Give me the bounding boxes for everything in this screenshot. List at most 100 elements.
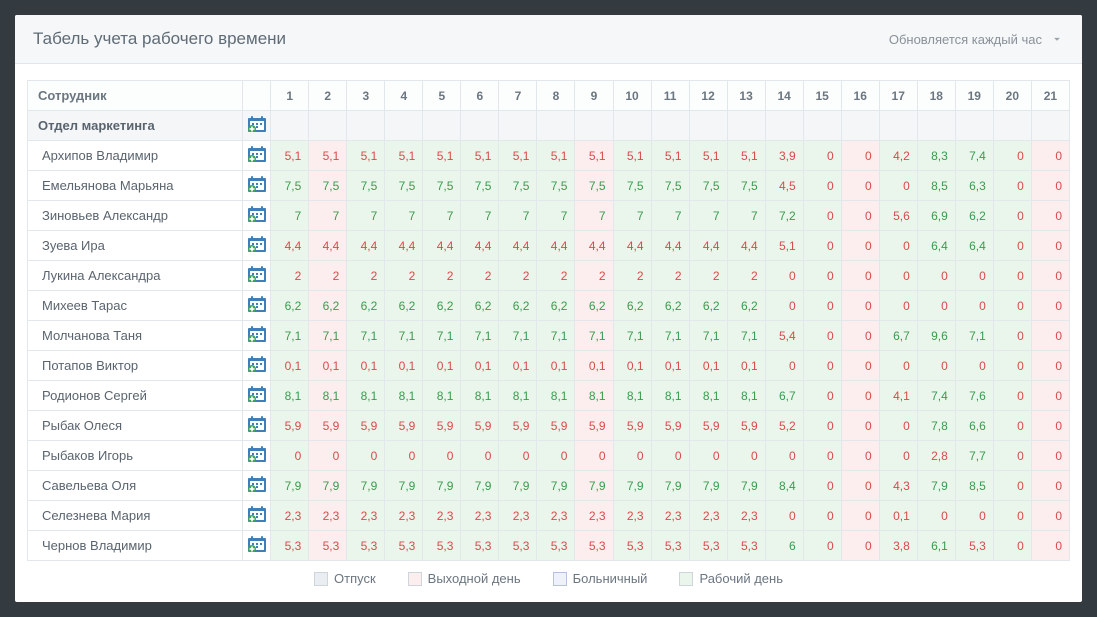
hours-cell[interactable]: 8,1 <box>575 381 613 411</box>
hours-cell[interactable]: 7,9 <box>917 471 955 501</box>
hours-cell[interactable]: 3,9 <box>765 141 803 171</box>
hours-cell[interactable]: 7,5 <box>309 171 347 201</box>
hours-cell[interactable]: 6,2 <box>499 291 537 321</box>
hours-cell[interactable]: 5,3 <box>385 531 423 561</box>
hours-cell[interactable]: 5,9 <box>271 411 309 441</box>
hours-cell[interactable]: 0 <box>727 441 765 471</box>
hours-cell[interactable]: 6,2 <box>955 201 993 231</box>
hours-cell[interactable]: 5,3 <box>309 531 347 561</box>
hours-cell[interactable]: 5,3 <box>613 531 651 561</box>
hours-cell[interactable]: 5,3 <box>537 531 575 561</box>
hours-cell[interactable]: 5,1 <box>309 141 347 171</box>
hours-cell[interactable]: 5,1 <box>347 141 385 171</box>
hours-cell[interactable]: 4,4 <box>537 231 575 261</box>
hours-cell[interactable]: 7,5 <box>423 171 461 201</box>
hours-cell[interactable]: 0 <box>841 171 879 201</box>
hours-cell[interactable]: 6,4 <box>955 231 993 261</box>
hours-cell[interactable]: 7,1 <box>499 321 537 351</box>
hours-cell[interactable]: 0,1 <box>613 351 651 381</box>
hours-cell[interactable]: 0 <box>1031 501 1069 531</box>
hours-cell[interactable]: 7 <box>537 201 575 231</box>
hours-cell[interactable]: 7 <box>271 201 309 231</box>
hours-cell[interactable]: 7 <box>499 201 537 231</box>
hours-cell[interactable]: 4,4 <box>385 231 423 261</box>
hours-cell[interactable]: 6,7 <box>879 321 917 351</box>
hours-cell[interactable]: 3,8 <box>879 531 917 561</box>
hours-cell[interactable]: 0 <box>841 321 879 351</box>
employee-name[interactable]: Савельева Оля <box>28 471 243 501</box>
hours-cell[interactable]: 0 <box>1031 261 1069 291</box>
hours-cell[interactable]: 6,2 <box>423 291 461 321</box>
panel-refresh-info[interactable]: Обновляется каждый час <box>889 32 1064 47</box>
hours-cell[interactable]: 0 <box>841 291 879 321</box>
hours-cell[interactable]: 5,3 <box>651 531 689 561</box>
hours-cell[interactable]: 4,4 <box>423 231 461 261</box>
hours-cell[interactable]: 7 <box>727 201 765 231</box>
hours-cell[interactable]: 2 <box>689 261 727 291</box>
hours-cell[interactable]: 0 <box>803 261 841 291</box>
hours-cell[interactable]: 7,9 <box>347 471 385 501</box>
hours-cell[interactable]: 2 <box>499 261 537 291</box>
hours-cell[interactable]: 0 <box>309 441 347 471</box>
hours-cell[interactable]: 6,2 <box>347 291 385 321</box>
hours-cell[interactable]: 0 <box>1031 201 1069 231</box>
hours-cell[interactable]: 2 <box>651 261 689 291</box>
hours-cell[interactable]: 0 <box>803 441 841 471</box>
hours-cell[interactable]: 0 <box>651 441 689 471</box>
hours-cell[interactable]: 0 <box>879 291 917 321</box>
hours-cell[interactable]: 5,6 <box>879 201 917 231</box>
hours-cell[interactable]: 2 <box>271 261 309 291</box>
hours-cell[interactable]: 5,1 <box>689 141 727 171</box>
employee-name[interactable]: Потапов Виктор <box>28 351 243 381</box>
hours-cell[interactable]: 7,1 <box>385 321 423 351</box>
hours-cell[interactable]: 4,4 <box>461 231 499 261</box>
hours-cell[interactable]: 5,2 <box>765 411 803 441</box>
hours-cell[interactable]: 0 <box>423 441 461 471</box>
hours-cell[interactable]: 4,4 <box>727 231 765 261</box>
calendar-add-icon[interactable] <box>248 116 266 132</box>
hours-cell[interactable]: 5,1 <box>461 141 499 171</box>
hours-cell[interactable]: 7,1 <box>347 321 385 351</box>
hours-cell[interactable]: 0 <box>1031 351 1069 381</box>
hours-cell[interactable]: 7,4 <box>917 381 955 411</box>
hours-cell[interactable]: 5,1 <box>385 141 423 171</box>
hours-cell[interactable]: 8,1 <box>651 381 689 411</box>
hours-cell[interactable]: 2,3 <box>347 501 385 531</box>
hours-cell[interactable]: 5,9 <box>385 411 423 441</box>
hours-cell[interactable]: 8,1 <box>309 381 347 411</box>
hours-cell[interactable]: 2,8 <box>917 441 955 471</box>
hours-cell[interactable]: 8,1 <box>727 381 765 411</box>
hours-cell[interactable]: 4,4 <box>347 231 385 261</box>
hours-cell[interactable]: 5,9 <box>651 411 689 441</box>
hours-cell[interactable]: 0 <box>803 501 841 531</box>
hours-cell[interactable]: 5,9 <box>347 411 385 441</box>
hours-cell[interactable]: 0 <box>1031 531 1069 561</box>
hours-cell[interactable]: 0 <box>803 201 841 231</box>
hours-cell[interactable]: 0 <box>993 291 1031 321</box>
hours-cell[interactable]: 5,3 <box>347 531 385 561</box>
hours-cell[interactable]: 0,1 <box>309 351 347 381</box>
hours-cell[interactable]: 2,3 <box>385 501 423 531</box>
hours-cell[interactable]: 6,2 <box>727 291 765 321</box>
hours-cell[interactable]: 7,2 <box>765 201 803 231</box>
hours-cell[interactable]: 7,8 <box>917 411 955 441</box>
hours-cell[interactable]: 0 <box>993 531 1031 561</box>
hours-cell[interactable]: 0 <box>385 441 423 471</box>
hours-cell[interactable]: 7 <box>689 201 727 231</box>
hours-cell[interactable]: 6,2 <box>537 291 575 321</box>
hours-cell[interactable]: 8,5 <box>955 471 993 501</box>
hours-cell[interactable]: 7,1 <box>689 321 727 351</box>
hours-cell[interactable]: 5,1 <box>651 141 689 171</box>
hours-cell[interactable]: 7 <box>575 201 613 231</box>
hours-cell[interactable]: 0 <box>803 291 841 321</box>
hours-cell[interactable]: 6,1 <box>917 531 955 561</box>
hours-cell[interactable]: 2,3 <box>271 501 309 531</box>
hours-cell[interactable]: 7,7 <box>955 441 993 471</box>
hours-cell[interactable]: 5,1 <box>271 141 309 171</box>
hours-cell[interactable]: 0 <box>993 441 1031 471</box>
hours-cell[interactable]: 7,9 <box>689 471 727 501</box>
hours-cell[interactable]: 2,3 <box>423 501 461 531</box>
hours-cell[interactable]: 0,1 <box>423 351 461 381</box>
hours-cell[interactable]: 7 <box>423 201 461 231</box>
hours-cell[interactable]: 7,9 <box>309 471 347 501</box>
